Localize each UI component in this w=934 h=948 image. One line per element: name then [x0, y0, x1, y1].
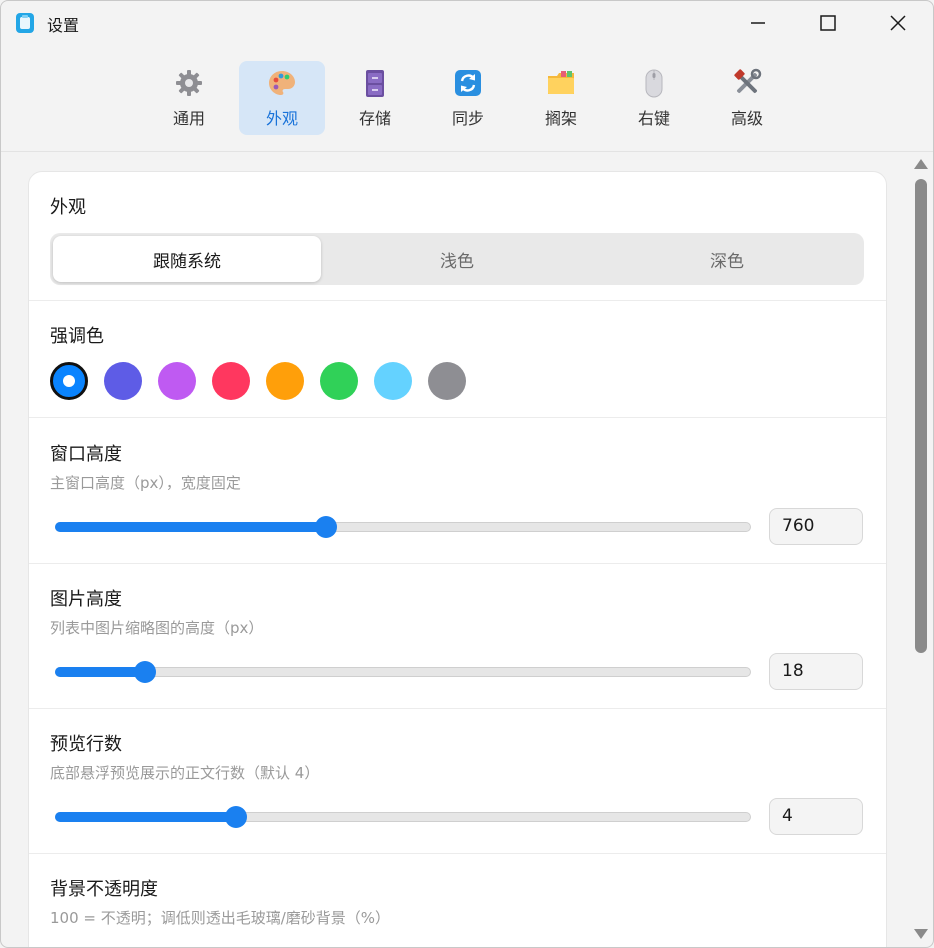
- window-height-slider[interactable]: [55, 516, 751, 538]
- tab-label: 同步: [451, 109, 484, 128]
- slider-track: [55, 667, 751, 677]
- tab-label: 高级: [730, 109, 763, 128]
- theme-segmented-control: 跟随系统 浅色 深色: [50, 233, 864, 285]
- sync-icon: [455, 70, 481, 96]
- close-icon: [890, 15, 906, 31]
- tab-general[interactable]: 通用: [146, 61, 232, 135]
- theme-option-dark[interactable]: 深色: [593, 236, 861, 282]
- window-height-section: 窗口高度 主窗口高度（px），宽度固定 760: [29, 417, 886, 564]
- slider-thumb[interactable]: [134, 661, 157, 683]
- tab-appearance[interactable]: 外观: [239, 61, 325, 135]
- tab-shelf[interactable]: 搁架: [518, 61, 604, 135]
- settings-tabs: 通用 外观 存储 同步 搁架 右键 高级: [1, 53, 933, 143]
- maximize-button[interactable]: [793, 1, 863, 45]
- slider-fill: [55, 667, 146, 677]
- image-height-section: 图片高度 列表中图片缩略图的高度（px） 18: [29, 563, 886, 709]
- selected-indicator: [63, 375, 75, 387]
- accent-swatch[interactable]: [374, 362, 412, 400]
- section-title: 图片高度: [50, 589, 122, 610]
- accent-swatch[interactable]: [158, 362, 196, 400]
- tab-right-click[interactable]: 右键: [611, 61, 697, 135]
- accent-swatch[interactable]: [320, 362, 358, 400]
- window-title: 设置: [47, 16, 80, 35]
- accent-swatch[interactable]: [50, 362, 88, 400]
- tab-label: 右键: [637, 109, 670, 128]
- app-clipboard-icon: [16, 13, 34, 33]
- tab-advanced[interactable]: 高级: [704, 61, 790, 135]
- preview-lines-input[interactable]: 4: [769, 798, 863, 835]
- accent-swatch[interactable]: [266, 362, 304, 400]
- tab-label: 外观: [265, 109, 298, 128]
- gear-icon: [176, 70, 202, 96]
- tab-label: 存储: [358, 109, 391, 128]
- slider-fill: [55, 522, 327, 532]
- minimize-icon: [751, 22, 765, 24]
- scroll-up-arrow-icon[interactable]: [914, 159, 928, 169]
- accent-swatch[interactable]: [428, 362, 466, 400]
- palette-icon: [269, 71, 295, 95]
- tab-storage[interactable]: 存储: [332, 61, 418, 135]
- slider-thumb[interactable]: [224, 806, 247, 828]
- section-title: 背景不透明度: [50, 879, 158, 900]
- window-height-input[interactable]: 760: [769, 508, 863, 545]
- section-description: 主窗口高度（px），宽度固定: [50, 474, 241, 492]
- section-title: 预览行数: [50, 734, 122, 755]
- opacity-section: 背景不透明度 100 = 不透明；调低则透出毛玻璃/磨砂背景（%）: [29, 853, 886, 947]
- section-title: 强调色: [50, 326, 104, 347]
- settings-window: 设置 通用 外观 存储 同步 搁架 右键 高级 外观 跟随系统 浅色 深色 强调…: [0, 0, 934, 948]
- slider-fill: [55, 812, 236, 822]
- accent-section: 强调色: [29, 300, 886, 418]
- appearance-section: 外观 跟随系统 浅色 深色: [29, 172, 886, 300]
- preview-lines-section: 预览行数 底部悬浮预览展示的正文行数（默认 4） 4: [29, 708, 886, 854]
- section-description: 100 = 不透明；调低则透出毛玻璃/磨砂背景（%）: [50, 909, 391, 927]
- tab-sync[interactable]: 同步: [425, 61, 511, 135]
- scroll-down-arrow-icon[interactable]: [914, 929, 928, 939]
- tab-label: 搁架: [544, 109, 577, 128]
- slider-thumb[interactable]: [315, 516, 338, 538]
- theme-option-system[interactable]: 跟随系统: [53, 236, 321, 282]
- section-description: 底部悬浮预览展示的正文行数（默认 4）: [50, 764, 320, 782]
- section-title: 外观: [50, 197, 86, 218]
- image-height-input[interactable]: 18: [769, 653, 863, 690]
- settings-panel: 外观 跟随系统 浅色 深色 强调色 窗口高度 主窗口高度（px），宽度固定 76…: [28, 171, 887, 947]
- accent-swatch[interactable]: [104, 362, 142, 400]
- scrollbar[interactable]: [909, 153, 933, 947]
- title-bar: 设置: [1, 1, 933, 45]
- preview-lines-slider[interactable]: [55, 806, 751, 828]
- tabs-divider: [1, 151, 933, 152]
- maximize-icon: [820, 15, 836, 31]
- section-title: 窗口高度: [50, 444, 122, 465]
- cabinet-icon: [366, 70, 384, 97]
- tools-icon: [734, 68, 762, 93]
- scrollbar-thumb[interactable]: [915, 179, 927, 653]
- accent-swatch[interactable]: [212, 362, 250, 400]
- image-height-slider[interactable]: [55, 661, 751, 683]
- section-description: 列表中图片缩略图的高度（px）: [50, 619, 264, 637]
- theme-option-light[interactable]: 浅色: [323, 236, 591, 282]
- mouse-icon: [645, 69, 663, 98]
- close-button[interactable]: [863, 1, 933, 45]
- minimize-button[interactable]: [723, 1, 793, 45]
- tab-label: 通用: [172, 109, 205, 128]
- folder-icon: [548, 71, 574, 94]
